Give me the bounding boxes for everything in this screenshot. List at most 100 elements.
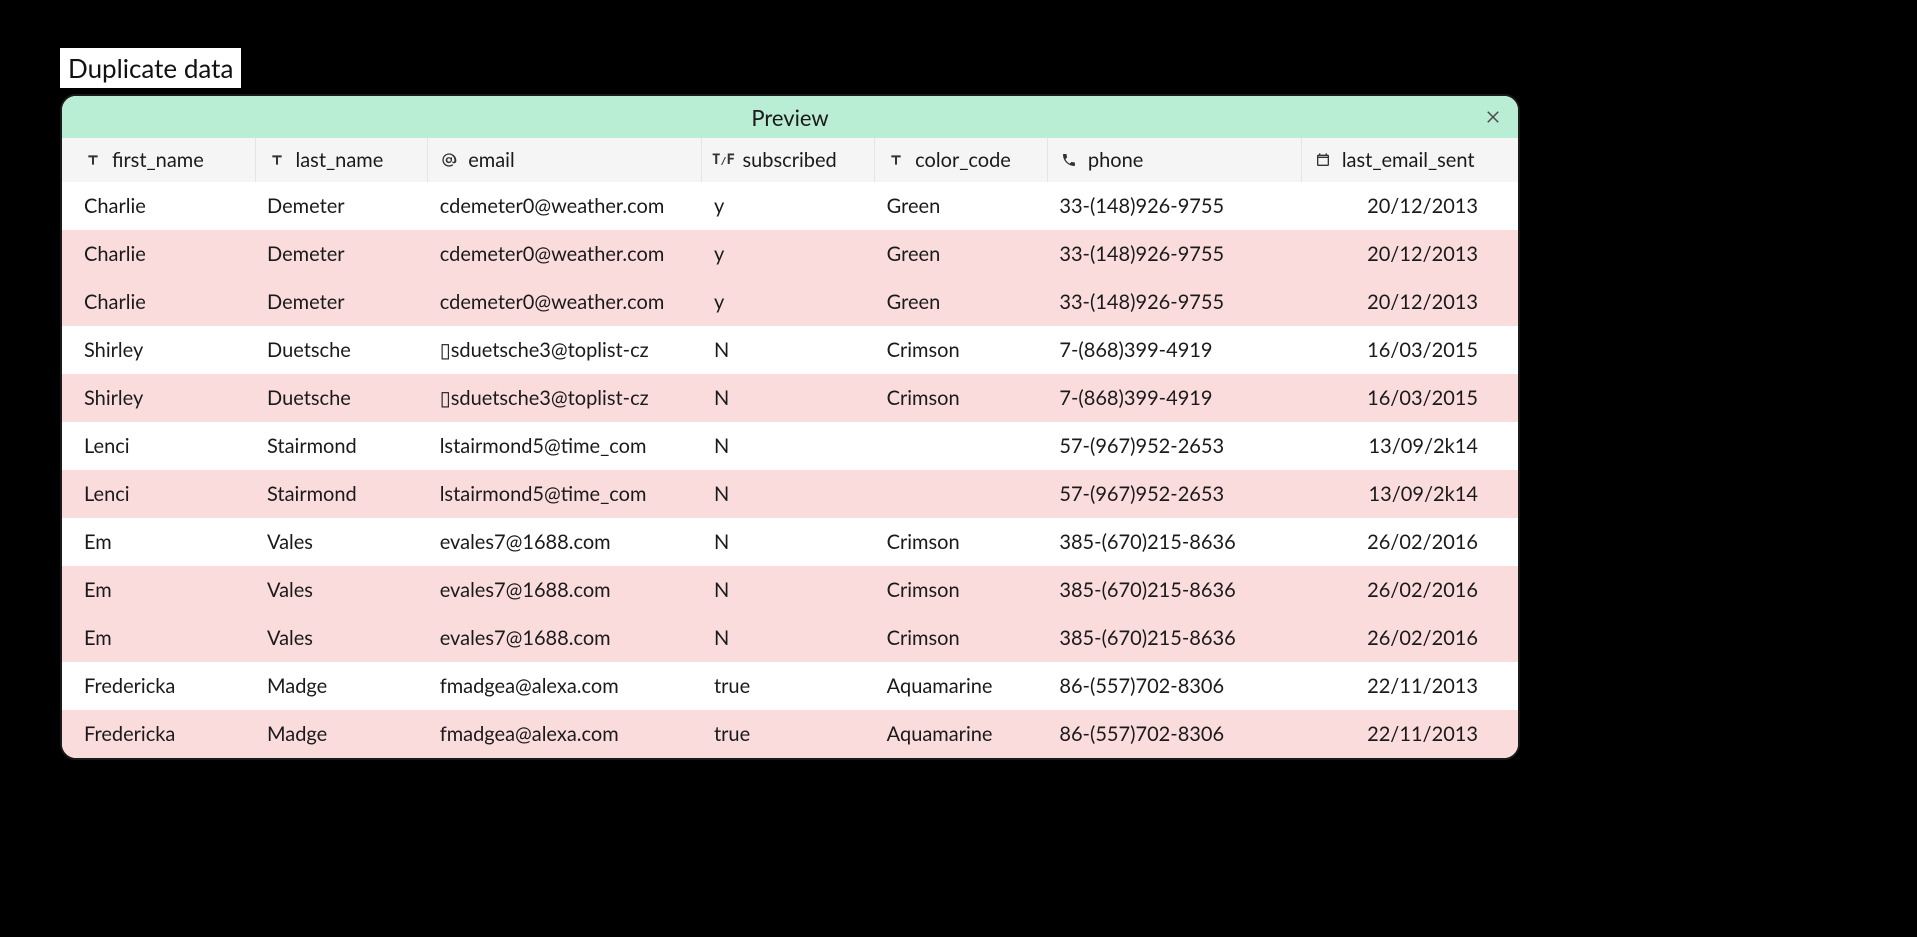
cell-first_name: Charlie [62, 182, 255, 230]
cell-last_email_sent: 20/12/2013 [1301, 182, 1518, 230]
cell-phone: 385-(670)215-8636 [1047, 614, 1301, 662]
cell-color_code: Crimson [875, 614, 1048, 662]
cell-last_name: Demeter [255, 230, 428, 278]
cell-last_name: Vales [255, 518, 428, 566]
preview-table: first_name last_name email T/F subscribed col… [62, 138, 1518, 758]
column-label: email [468, 148, 514, 172]
column-header-subscribed[interactable]: T/F subscribed [702, 138, 875, 182]
preview-panel: Preview first_name last_name email T/F subsc… [60, 94, 1520, 760]
cell-first_name: Lenci [62, 470, 255, 518]
column-header-email[interactable]: email [428, 138, 702, 182]
table-row[interactable]: EmValesevales7@1688.comNCrimson385-(670)… [62, 614, 1518, 662]
cell-first_name: Fredericka [62, 710, 255, 758]
cell-color_code: Green [875, 182, 1048, 230]
close-icon[interactable] [1480, 104, 1506, 130]
cell-last_email_sent: 16/03/2015 [1301, 326, 1518, 374]
cell-first_name: Charlie [62, 278, 255, 326]
cell-color_code: Aquamarine [875, 710, 1048, 758]
cell-last_email_sent: 26/02/2016 [1301, 614, 1518, 662]
cell-last_email_sent: 22/11/2013 [1301, 710, 1518, 758]
cell-last_name: Madge [255, 710, 428, 758]
cell-email: ▯sduetsche3@toplist-cz [428, 374, 702, 422]
cell-first_name: Charlie [62, 230, 255, 278]
text-type-icon [268, 152, 286, 168]
column-label: color_code [915, 148, 1011, 172]
cell-first_name: Shirley [62, 374, 255, 422]
cell-phone: 7-(868)399-4919 [1047, 374, 1301, 422]
cell-last_email_sent: 20/12/2013 [1301, 230, 1518, 278]
cell-color_code: Crimson [875, 566, 1048, 614]
cell-email: fmadgea@alexa.com [428, 662, 702, 710]
cell-first_name: Fredericka [62, 662, 255, 710]
cell-email: cdemeter0@weather.com [428, 230, 702, 278]
cell-last_name: Stairmond [255, 422, 428, 470]
at-type-icon [440, 152, 458, 168]
cell-first_name: Lenci [62, 422, 255, 470]
cell-phone: 385-(670)215-8636 [1047, 566, 1301, 614]
cell-phone: 33-(148)926-9755 [1047, 182, 1301, 230]
table-row[interactable]: FrederickaMadgefmadgea@alexa.comtrueAqua… [62, 710, 1518, 758]
cell-email: evales7@1688.com [428, 518, 702, 566]
cell-color_code [875, 422, 1048, 470]
cell-email: evales7@1688.com [428, 566, 702, 614]
cell-last_email_sent: 26/02/2016 [1301, 518, 1518, 566]
cell-last_email_sent: 26/02/2016 [1301, 566, 1518, 614]
table-row[interactable]: CharlieDemetercdemeter0@weather.comyGree… [62, 278, 1518, 326]
cell-email: evales7@1688.com [428, 614, 702, 662]
column-header-last_email_sent[interactable]: last_email_sent [1301, 138, 1518, 182]
column-label: subscribed [742, 148, 836, 172]
cell-email: lstairmond5@time_com [428, 422, 702, 470]
cell-phone: 7-(868)399-4919 [1047, 326, 1301, 374]
cell-subscribed: N [702, 518, 875, 566]
table-row[interactable]: ShirleyDuetsche▯sduetsche3@toplist-czNCr… [62, 326, 1518, 374]
cell-phone: 86-(557)702-8306 [1047, 710, 1301, 758]
column-header-color_code[interactable]: color_code [875, 138, 1048, 182]
cell-subscribed: N [702, 566, 875, 614]
cell-last_name: Madge [255, 662, 428, 710]
cell-email: cdemeter0@weather.com [428, 278, 702, 326]
column-header-last_name[interactable]: last_name [255, 138, 428, 182]
cell-email: lstairmond5@time_com [428, 470, 702, 518]
cell-phone: 33-(148)926-9755 [1047, 278, 1301, 326]
cell-last_email_sent: 16/03/2015 [1301, 374, 1518, 422]
table-head: first_name last_name email T/F subscribed col… [62, 138, 1518, 182]
cell-last_name: Duetsche [255, 374, 428, 422]
cell-subscribed: N [702, 374, 875, 422]
cell-first_name: Em [62, 566, 255, 614]
page-caption: Duplicate data [60, 48, 241, 88]
cell-subscribed: N [702, 422, 875, 470]
column-label: first_name [112, 148, 204, 172]
cell-color_code: Green [875, 278, 1048, 326]
table-row[interactable]: LenciStairmondlstairmond5@time_comN57-(9… [62, 422, 1518, 470]
cell-subscribed: true [702, 710, 875, 758]
table-row[interactable]: LenciStairmondlstairmond5@time_comN57-(9… [62, 470, 1518, 518]
panel-title: Preview [751, 104, 828, 131]
cell-email: ▯sduetsche3@toplist-cz [428, 326, 702, 374]
cell-email: fmadgea@alexa.com [428, 710, 702, 758]
table-row[interactable]: FrederickaMadgefmadgea@alexa.comtrueAqua… [62, 662, 1518, 710]
column-header-phone[interactable]: phone [1047, 138, 1301, 182]
cell-last_name: Demeter [255, 278, 428, 326]
cell-color_code: Crimson [875, 518, 1048, 566]
cell-last_email_sent: 13/09/2k14 [1301, 422, 1518, 470]
cell-last_name: Vales [255, 566, 428, 614]
cell-last_name: Demeter [255, 182, 428, 230]
text-type-icon [887, 152, 905, 168]
cell-first_name: Em [62, 518, 255, 566]
table-row[interactable]: CharlieDemetercdemeter0@weather.comyGree… [62, 182, 1518, 230]
cell-first_name: Shirley [62, 326, 255, 374]
table-row[interactable]: EmValesevales7@1688.comNCrimson385-(670)… [62, 518, 1518, 566]
cell-phone: 86-(557)702-8306 [1047, 662, 1301, 710]
cell-subscribed: y [702, 182, 875, 230]
table-row[interactable]: ShirleyDuetsche▯sduetsche3@toplist-czNCr… [62, 374, 1518, 422]
cell-last_email_sent: 13/09/2k14 [1301, 470, 1518, 518]
bool-type-icon: T/F [714, 152, 732, 168]
cell-phone: 33-(148)926-9755 [1047, 230, 1301, 278]
table-row[interactable]: EmValesevales7@1688.comNCrimson385-(670)… [62, 566, 1518, 614]
cell-subscribed: N [702, 614, 875, 662]
table-row[interactable]: CharlieDemetercdemeter0@weather.comyGree… [62, 230, 1518, 278]
column-header-first_name[interactable]: first_name [62, 138, 255, 182]
cell-color_code: Aquamarine [875, 662, 1048, 710]
table-body: CharlieDemetercdemeter0@weather.comyGree… [62, 182, 1518, 758]
cell-subscribed: true [702, 662, 875, 710]
